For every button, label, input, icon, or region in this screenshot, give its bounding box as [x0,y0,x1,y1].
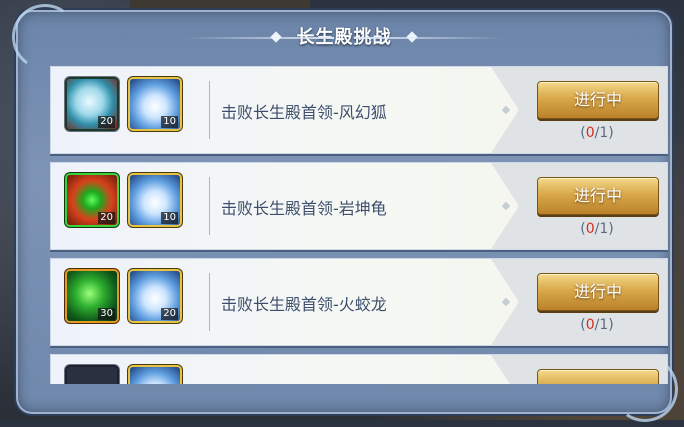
reward-count: 10 [161,212,178,224]
diamond-icon [501,201,511,211]
in-progress-button[interactable] [537,369,659,384]
reward-count: 30 [98,308,115,320]
title-ornament-left [184,37,334,39]
leaf-crystal-icon[interactable]: 30 [67,271,117,321]
progress-total: /1) [594,317,614,333]
challenge-row: 20 10 击败长生殿首领-岩坤龟 进行中 (0/1) [50,162,668,250]
progress-current: 0 [585,317,595,333]
panel-header: 长生殿挑战 [16,24,672,52]
progress-current: 0 [585,125,595,141]
crystal-icon[interactable]: 20 [67,79,117,129]
divider [209,81,210,139]
progress-total: /1) [594,125,614,141]
challenge-panel: 长生殿挑战 20 10 击败长生殿首领-风幻狐 进行中 (0/1) 20 10 … [6,0,684,427]
challenge-description: 击败长生殿首领-岩坤龟 [221,199,387,218]
lotus-icon[interactable]: 20 [130,271,180,321]
challenge-row: 30 20 击败长生殿首领-火蛟龙 进行中 (0/1) [50,258,668,346]
in-progress-button[interactable]: 进行中 [537,81,659,119]
challenge-list[interactable]: 20 10 击败长生殿首领-风幻狐 进行中 (0/1) 20 10 击败长生殿首… [50,66,668,384]
progress-text: (0/1) [537,125,657,141]
reward-count: 10 [161,116,178,128]
divider [209,177,210,235]
lotus-icon[interactable] [130,367,180,384]
orb-icon[interactable]: 20 [67,175,117,225]
progress-text: (0/1) [537,221,657,237]
in-progress-button[interactable]: 进行中 [537,273,659,311]
challenge-description: 击败长生殿首领-火蛟龙 [221,295,387,314]
lotus-icon[interactable]: 10 [130,79,180,129]
reward-count: 20 [161,308,178,320]
reward-count: 20 [98,116,115,128]
challenge-row-partial [50,354,668,384]
diamond-icon [501,105,511,115]
reward-slot-icon[interactable] [67,367,117,384]
challenge-row: 20 10 击败长生殿首领-风幻狐 进行中 (0/1) [50,66,668,154]
title-ornament-right [354,37,504,39]
diamond-icon [270,31,282,43]
progress-total: /1) [594,221,614,237]
divider [209,273,210,331]
lotus-icon[interactable]: 10 [130,175,180,225]
challenge-description: 击败长生殿首领-风幻狐 [221,103,387,122]
progress-text: (0/1) [537,317,657,333]
progress-current: 0 [585,221,595,237]
reward-count: 20 [98,212,115,224]
in-progress-button[interactable]: 进行中 [537,177,659,215]
diamond-icon [501,297,511,307]
